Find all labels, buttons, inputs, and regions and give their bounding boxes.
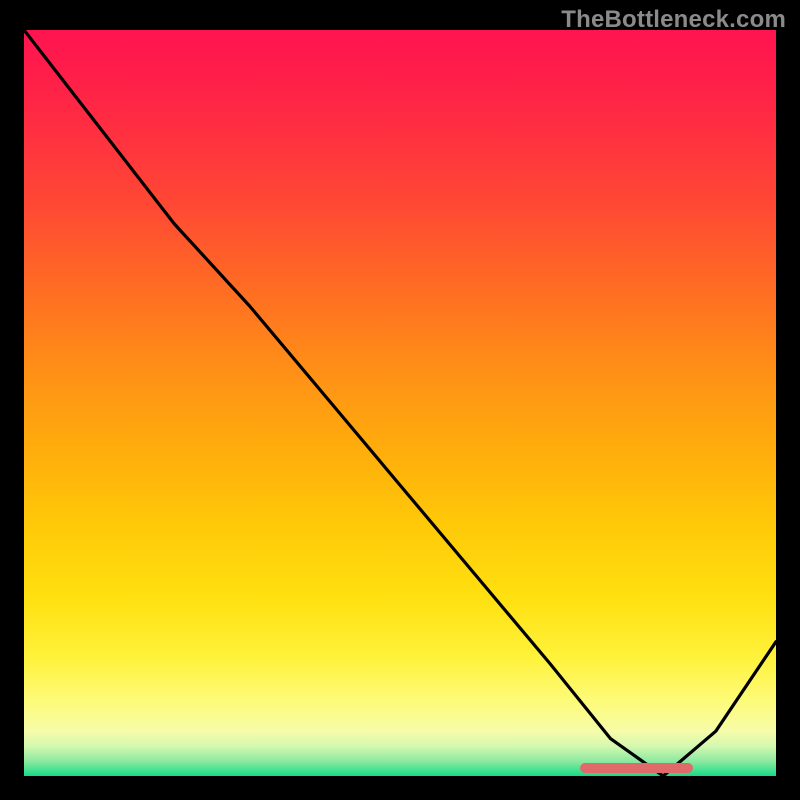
chart-frame: TheBottleneck.com [0, 0, 800, 800]
curve-path [24, 30, 776, 776]
optimum-marker [580, 763, 693, 773]
line-curve [24, 30, 776, 776]
plot-area [24, 30, 776, 776]
